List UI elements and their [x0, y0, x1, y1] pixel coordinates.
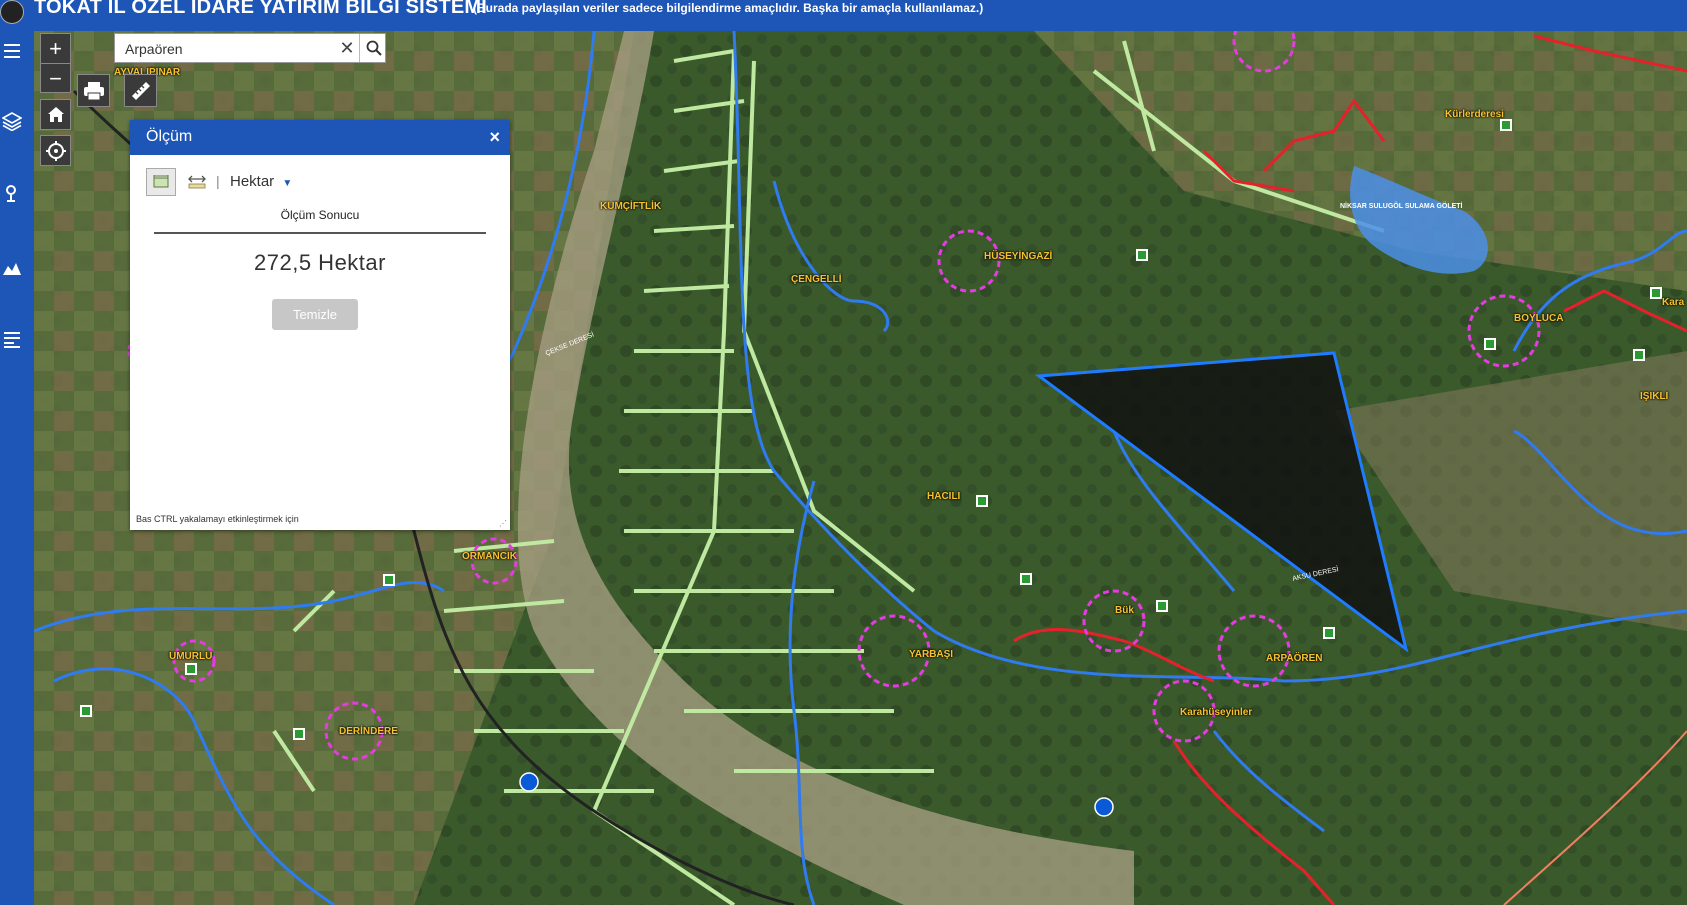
place-label: HACILI	[927, 491, 961, 502]
place-label: Kürlerderesi	[1445, 109, 1504, 120]
distance-tool-button[interactable]	[186, 172, 208, 192]
logo-icon	[0, 0, 24, 24]
snapping-hint: Bas CTRL yakalamayı etkinleştirmek için	[136, 514, 299, 524]
home-icon	[47, 106, 64, 122]
divider	[154, 232, 486, 234]
panel-header: Ölçüm ×	[130, 120, 510, 155]
zoom-in-button[interactable]: +	[41, 34, 70, 64]
pond-label: NİKSAR SULUGÖL SULAMA GÖLETİ	[1340, 203, 1463, 210]
place-label: Bük	[1115, 605, 1134, 616]
unit-select[interactable]: Hektar ▼	[230, 173, 292, 190]
place-label: DERİNDERE	[339, 726, 398, 737]
zoom-out-button[interactable]: −	[41, 64, 70, 93]
search-icon	[366, 40, 382, 56]
print-icon	[83, 81, 104, 100]
toolbar-divider: |	[216, 173, 220, 189]
place-label: KUMÇİFTLİK	[600, 201, 662, 212]
left-sidebar	[0, 31, 34, 905]
place-label: Karahüseyinler	[1180, 707, 1253, 718]
locate-icon	[45, 140, 66, 161]
app-header: TOKAT İL ÖZEL İDARE YATIRIM BİLGİ SİSTEM…	[0, 0, 1687, 31]
close-icon[interactable]: ×	[489, 127, 500, 148]
place-label: ÇENGELLİ	[791, 274, 842, 285]
place-label: HÜSEYİNGAZİ	[984, 251, 1053, 262]
search-input[interactable]	[115, 34, 347, 64]
location-pin-icon[interactable]	[0, 179, 24, 207]
print-button[interactable]	[77, 74, 110, 107]
disclaimer-text: (Burada paylaşılan veriler sadece bilgil…	[473, 1, 984, 15]
measure-button[interactable]	[124, 74, 157, 107]
layers-icon[interactable]	[0, 107, 24, 135]
panel-title: Ölçüm	[146, 128, 193, 145]
result-label: Ölçüm Sonucu	[280, 208, 360, 222]
measure-tools: | Hektar ▼	[146, 168, 446, 198]
search-button[interactable]	[359, 34, 387, 62]
place-label: UMURLU	[169, 651, 213, 662]
resize-handle[interactable]: ⋰	[499, 519, 507, 528]
place-label: ORMANCIK	[462, 551, 517, 562]
area-tool-button[interactable]	[146, 168, 176, 196]
home-button[interactable]	[40, 99, 71, 130]
chevron-down-icon: ▼	[282, 178, 293, 189]
measure-panel: Ölçüm × | Hektar ▼ Ölçüm Sonucu 272,5 He…	[130, 120, 510, 530]
clear-button[interactable]: Temizle	[272, 299, 358, 330]
clear-search-button[interactable]: ✕	[337, 37, 357, 59]
zoom-control: + −	[40, 33, 71, 93]
place-label: YARBAŞI	[909, 649, 954, 660]
list-icon[interactable]	[0, 325, 24, 353]
result-value: 272,5 Hektar	[254, 250, 386, 275]
place-label: ARPAÖREN	[1266, 653, 1323, 664]
unit-value: Hektar	[230, 173, 275, 190]
elevation-chart-icon[interactable]	[0, 253, 24, 281]
ruler-icon	[131, 81, 150, 100]
place-label: BOYLUCA	[1514, 313, 1564, 324]
place-label: IŞIKLI	[1640, 391, 1669, 402]
app-title: TOKAT İL ÖZEL İDARE YATIRIM BİLGİ SİSTEM…	[34, 0, 488, 18]
menu-icon[interactable]	[0, 37, 24, 65]
distance-icon	[188, 175, 206, 189]
place-label: Kara	[1662, 297, 1685, 308]
locate-button[interactable]	[40, 135, 71, 166]
area-icon	[153, 175, 169, 188]
search-box: ✕	[114, 33, 387, 64]
